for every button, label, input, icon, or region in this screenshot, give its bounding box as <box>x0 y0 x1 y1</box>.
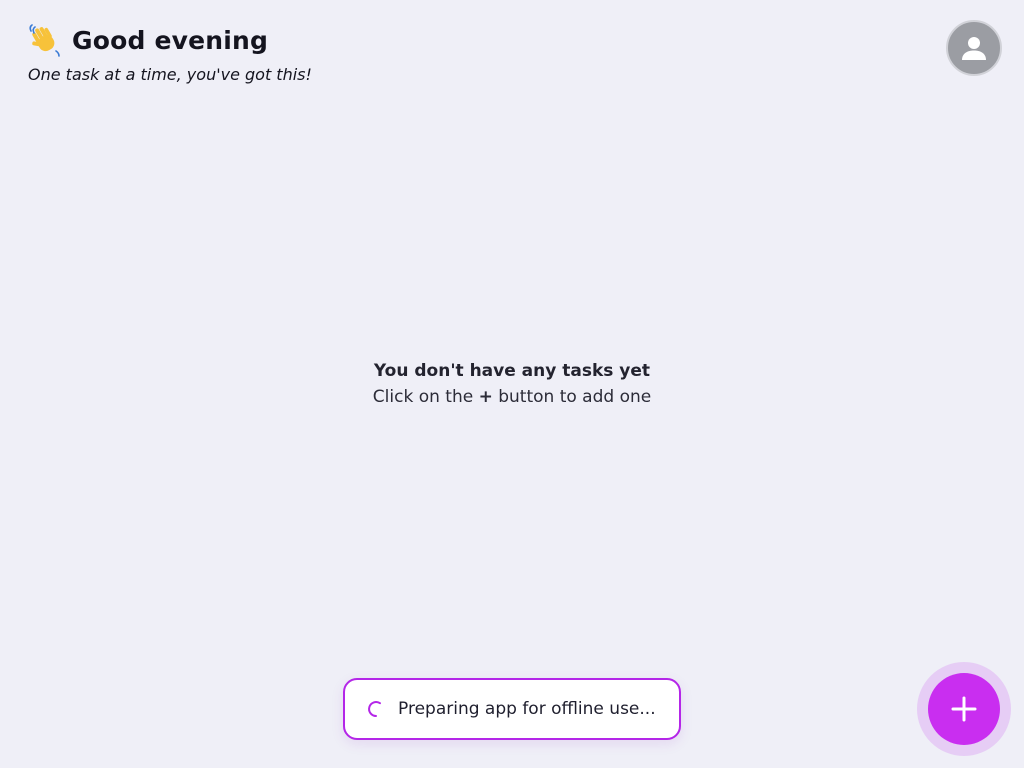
header: Good evening One task at a time, you've … <box>28 18 312 84</box>
app-root: Good evening One task at a time, you've … <box>0 0 1024 768</box>
empty-state: You don't have any tasks yet Click on th… <box>0 358 1024 410</box>
toast-text: Preparing app for offline use... <box>398 699 656 719</box>
tagline: One task at a time, you've got this! <box>28 65 312 84</box>
waving-hand-icon <box>28 23 62 57</box>
offline-toast: Preparing app for offline use... <box>343 678 681 740</box>
greeting-row: Good evening <box>28 18 312 62</box>
greeting-title: Good evening <box>72 25 269 55</box>
empty-state-subtitle: Click on the + button to add one <box>0 384 1024 410</box>
add-task-button[interactable] <box>928 673 1000 745</box>
person-icon <box>962 37 986 60</box>
plus-glyph: + <box>478 387 493 407</box>
empty-state-subtitle-before: Click on the <box>372 387 474 407</box>
empty-state-subtitle-after: button to add one <box>498 387 652 407</box>
plus-icon <box>951 696 977 722</box>
loading-spinner-icon <box>368 701 381 717</box>
empty-state-title: You don't have any tasks yet <box>373 361 651 381</box>
profile-avatar-button[interactable] <box>946 20 1002 76</box>
